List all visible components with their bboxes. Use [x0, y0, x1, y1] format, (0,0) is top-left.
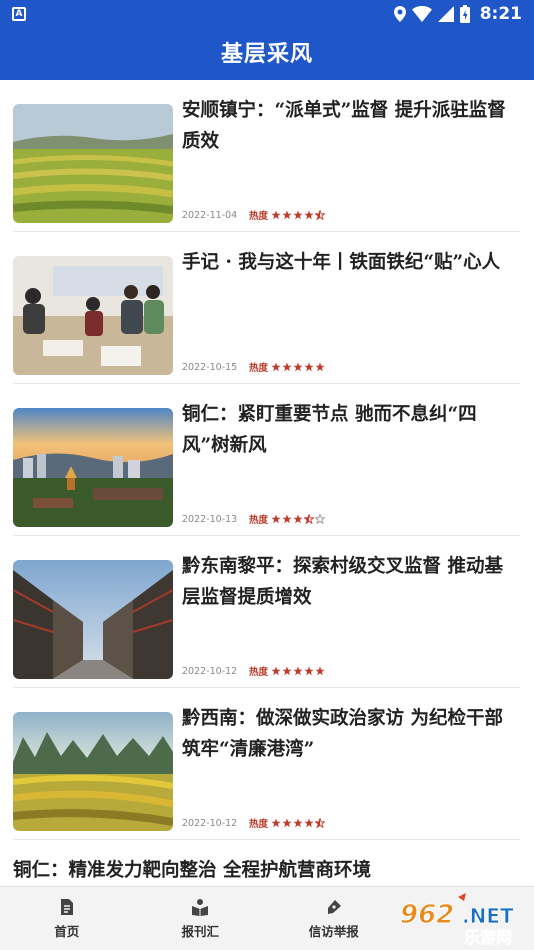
article-date: 2022-10-12: [182, 817, 238, 829]
star-full-icon: [271, 362, 281, 372]
article-title[interactable]: 手记 · 我与这十年丨铁面铁纪“贴”心人: [182, 247, 512, 278]
page-title: 基层采风: [220, 41, 313, 67]
article-date: 2022-10-12: [182, 665, 238, 677]
star-full-icon: [293, 210, 303, 220]
wifi-icon: [411, 6, 432, 22]
star-full-icon: [282, 514, 292, 524]
document-icon: [60, 898, 73, 915]
star-half-icon: [304, 514, 315, 524]
article-date: 2022-11-04: [182, 209, 238, 221]
watermark-logo: 962 .NET 乐游网: [400, 893, 514, 945]
status-bar: A 8:21: [0, 0, 534, 28]
heat-rating: [271, 514, 326, 524]
location-icon: [393, 6, 406, 22]
tab-label: 报刊汇: [181, 923, 219, 939]
article-list[interactable]: 安顺镇宁：“派单式”监督 提升派驻监督质效 2022-11-04 热度 手记 ·…: [0, 80, 534, 886]
article-item[interactable]: 手记 · 我与这十年丨铁面铁纪“贴”心人 2022-10-15 热度: [13, 232, 520, 384]
battery-icon: [459, 5, 470, 23]
tab-more[interactable]: 962 .NET 乐游网: [400, 887, 534, 950]
article-item[interactable]: 黔东南黎平：探索村级交叉监督 推动基层监督提质增效 2022-10-12 热度: [13, 536, 520, 688]
pen-icon: [327, 899, 341, 914]
app-notification-icon: A: [12, 7, 26, 21]
star-full-icon: [293, 666, 303, 676]
heat-label: 热度: [249, 515, 269, 526]
star-full-icon: [315, 362, 325, 372]
heat-rating: [271, 818, 326, 828]
article-meta: 2022-10-12 热度: [182, 664, 325, 678]
heat-rating: [271, 362, 325, 372]
heat-label: 热度: [249, 819, 269, 830]
article-title[interactable]: 安顺镇宁：“派单式”监督 提升派驻监督质效: [182, 95, 512, 157]
article-date: 2022-10-13: [182, 513, 238, 525]
article-item[interactable]: 安顺镇宁：“派单式”监督 提升派驻监督质效 2022-11-04 热度: [13, 80, 520, 232]
article-title[interactable]: 黔东南黎平：探索村级交叉监督 推动基层监督提质增效: [182, 551, 512, 613]
star-full-icon: [271, 666, 281, 676]
heat-rating: [271, 210, 326, 220]
heat-label: 热度: [249, 363, 269, 374]
star-full-icon: [304, 666, 314, 676]
article-title[interactable]: 铜仁：紧盯重要节点 驰而不息纠“四风”树新风: [182, 399, 512, 461]
star-full-icon: [293, 514, 303, 524]
heat-rating: [271, 666, 325, 676]
article-meta: 2022-10-12 热度: [182, 816, 326, 830]
article-thumbnail[interactable]: [13, 560, 173, 679]
star-empty-icon: [315, 514, 326, 524]
article-title[interactable]: 黔西南：做深做实政治家访 为纪检干部筑牢“清廉港湾”: [182, 703, 512, 765]
article-item[interactable]: 铜仁：精准发力靶向整治 全程护航营商环境: [13, 856, 520, 886]
heat-label: 热度: [249, 211, 269, 222]
article-meta: 2022-11-04 热度: [182, 208, 326, 222]
article-thumbnail[interactable]: [13, 256, 173, 375]
book-reader-icon: [192, 898, 209, 916]
article-meta: 2022-10-15 热度: [182, 360, 325, 374]
article-title[interactable]: 铜仁：精准发力靶向整治 全程护航营商环境: [13, 856, 520, 886]
app-header: 基层采风: [0, 28, 534, 80]
star-full-icon: [293, 818, 303, 828]
star-half-icon: [315, 818, 326, 828]
star-full-icon: [315, 666, 325, 676]
article-item[interactable]: 铜仁：紧盯重要节点 驰而不息纠“四风”树新风 2022-10-13 热度: [13, 384, 520, 536]
tab-label: 首页: [54, 923, 80, 939]
svg-text:962: 962: [400, 900, 454, 930]
svg-text:乐游网: 乐游网: [464, 928, 512, 945]
signal-icon: [437, 6, 454, 22]
star-full-icon: [282, 818, 292, 828]
svg-text:.NET: .NET: [462, 904, 514, 928]
star-full-icon: [293, 362, 303, 372]
star-full-icon: [271, 514, 281, 524]
article-thumbnail[interactable]: [13, 712, 173, 831]
star-full-icon: [304, 818, 314, 828]
star-full-icon: [282, 362, 292, 372]
star-full-icon: [304, 210, 314, 220]
star-full-icon: [282, 210, 292, 220]
article-thumbnail[interactable]: [13, 408, 173, 527]
heat-label: 热度: [249, 667, 269, 678]
tab-petition-report[interactable]: 信访举报: [267, 887, 401, 950]
article-item[interactable]: 黔西南：做深做实政治家访 为纪检干部筑牢“清廉港湾” 2022-10-12 热度: [13, 688, 520, 840]
star-full-icon: [304, 362, 314, 372]
star-full-icon: [282, 666, 292, 676]
article-thumbnail[interactable]: [13, 104, 173, 223]
tab-newspapers[interactable]: 报刊汇: [134, 887, 268, 950]
star-full-icon: [271, 818, 281, 828]
bottom-tab-bar: 首页 报刊汇 信访举报 962 .NET 乐游网: [0, 886, 534, 950]
status-icons: 8:21: [393, 4, 522, 24]
tab-label: 信访举报: [308, 923, 359, 939]
clock: 8:21: [479, 4, 522, 24]
star-full-icon: [271, 210, 281, 220]
article-date: 2022-10-15: [182, 361, 238, 373]
article-meta: 2022-10-13 热度: [182, 512, 326, 526]
tab-home[interactable]: 首页: [0, 887, 134, 950]
star-half-icon: [315, 210, 326, 220]
